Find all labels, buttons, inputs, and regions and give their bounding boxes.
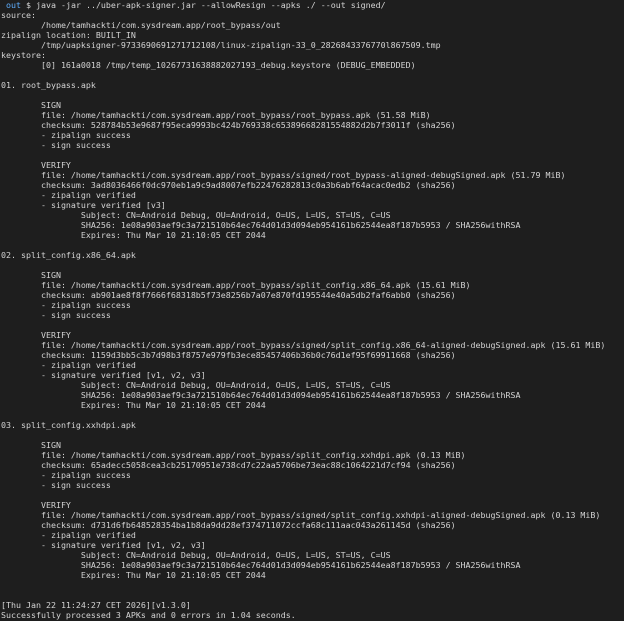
prompt-line: out $ java -jar ../uber-apk-signer.jar -… — [0, 0, 624, 10]
output-line: SIGN — [1, 270, 61, 280]
output-line: 01. root_bypass.apk — [1, 80, 96, 90]
output-line: file: /home/tamhackti/com.sysdream.app/r… — [1, 340, 606, 350]
output-line: - signature verified [v3] — [1, 200, 166, 210]
output-line: keystore: — [1, 50, 46, 60]
output-line: - sign success — [1, 140, 111, 150]
prompt-symbol: $ — [26, 0, 31, 10]
output-line: checksum: ab901ae8f8f7666f68318b5f73e825… — [1, 290, 456, 300]
output-line: - signature verified [v1, v2, v3] — [1, 370, 206, 380]
output-line: Expires: Thu Mar 10 21:10:05 CET 2044 — [1, 400, 266, 410]
output-line: Expires: Thu Mar 10 21:10:05 CET 2044 — [1, 570, 266, 580]
output-line: SHA256: 1e08a903aef9c3a721510b64ec764d01… — [1, 220, 521, 230]
output-line: checksum: 65adecc5058cea3cb25170951e738c… — [1, 460, 456, 470]
output-line: Successfully processed 3 APKs and 0 erro… — [1, 610, 296, 620]
output-line: file: /home/tamhackti/com.sysdream.app/r… — [1, 280, 471, 290]
output-line: file: /home/tamhackti/com.sysdream.app/r… — [1, 510, 601, 520]
output-line: checksum: d731d6fb648528354ba1b8da9dd28e… — [1, 520, 456, 530]
output-line: - zipalign success — [1, 300, 131, 310]
output-line: 02. split_config.x86_64.apk — [1, 250, 136, 260]
output-line: - zipalign success — [1, 470, 131, 480]
terminal-window[interactable]: out $ java -jar ../uber-apk-signer.jar -… — [0, 0, 624, 621]
output-line: /home/tamhackti/com.sysdream.app/root_by… — [1, 20, 281, 30]
output-line: checksum: 528784b53e9687f95eca9993bc424b… — [1, 120, 456, 130]
output-line: 03. split_config.xxhdpi.apk — [1, 420, 136, 430]
output-line: Expires: Thu Mar 10 21:10:05 CET 2044 — [1, 230, 266, 240]
output-line: VERIFY — [1, 330, 71, 340]
terminal-output: source: /home/tamhackti/com.sysdream.app… — [0, 10, 624, 620]
output-line: SHA256: 1e08a903aef9c3a721510b64ec764d01… — [1, 560, 521, 570]
output-line: zipalign location: BUILT_IN — [1, 30, 136, 40]
output-line: SHA256: 1e08a903aef9c3a721510b64ec764d01… — [1, 390, 521, 400]
output-line: [0] 161a0018 /tmp/temp_10267731638882027… — [1, 60, 416, 70]
output-line: - signature verified [v1, v2, v3] — [1, 540, 206, 550]
output-line: - zipalign success — [1, 130, 131, 140]
output-line: file: /home/tamhackti/com.sysdream.app/r… — [1, 110, 431, 120]
output-line: - sign success — [1, 480, 111, 490]
output-line: Subject: CN=Android Debug, OU=Android, O… — [1, 210, 391, 220]
output-line: /tmp/uapksigner-9733690691271712108/linu… — [1, 40, 441, 50]
output-line: VERIFY — [1, 500, 71, 510]
output-line: Subject: CN=Android Debug, OU=Android, O… — [1, 380, 391, 390]
output-line: checksum: 1159d3bb5c3b7d98b3f8757e979fb3… — [1, 350, 456, 360]
output-line: - zipalign verified — [1, 360, 136, 370]
output-line: [Thu Jan 22 11:24:27 CET 2026][v1.3.0] — [1, 600, 191, 610]
output-line: SIGN — [1, 100, 61, 110]
output-line: SIGN — [1, 440, 61, 450]
output-line: - sign success — [1, 310, 111, 320]
output-line: - zipalign verified — [1, 530, 136, 540]
output-line: - zipalign verified — [1, 190, 136, 200]
output-line: file: /home/tamhackti/com.sysdream.app/r… — [1, 450, 466, 460]
output-line: checksum: 3ad8036466f0dc970eb1a9c9ad8007… — [1, 180, 456, 190]
output-line: source: — [1, 10, 36, 20]
output-line: Subject: CN=Android Debug, OU=Android, O… — [1, 550, 391, 560]
output-line: file: /home/tamhackti/com.sysdream.app/r… — [1, 170, 566, 180]
output-line: VERIFY — [1, 160, 71, 170]
current-directory: out — [6, 0, 21, 10]
command-text: java -jar ../uber-apk-signer.jar --allow… — [36, 0, 386, 10]
